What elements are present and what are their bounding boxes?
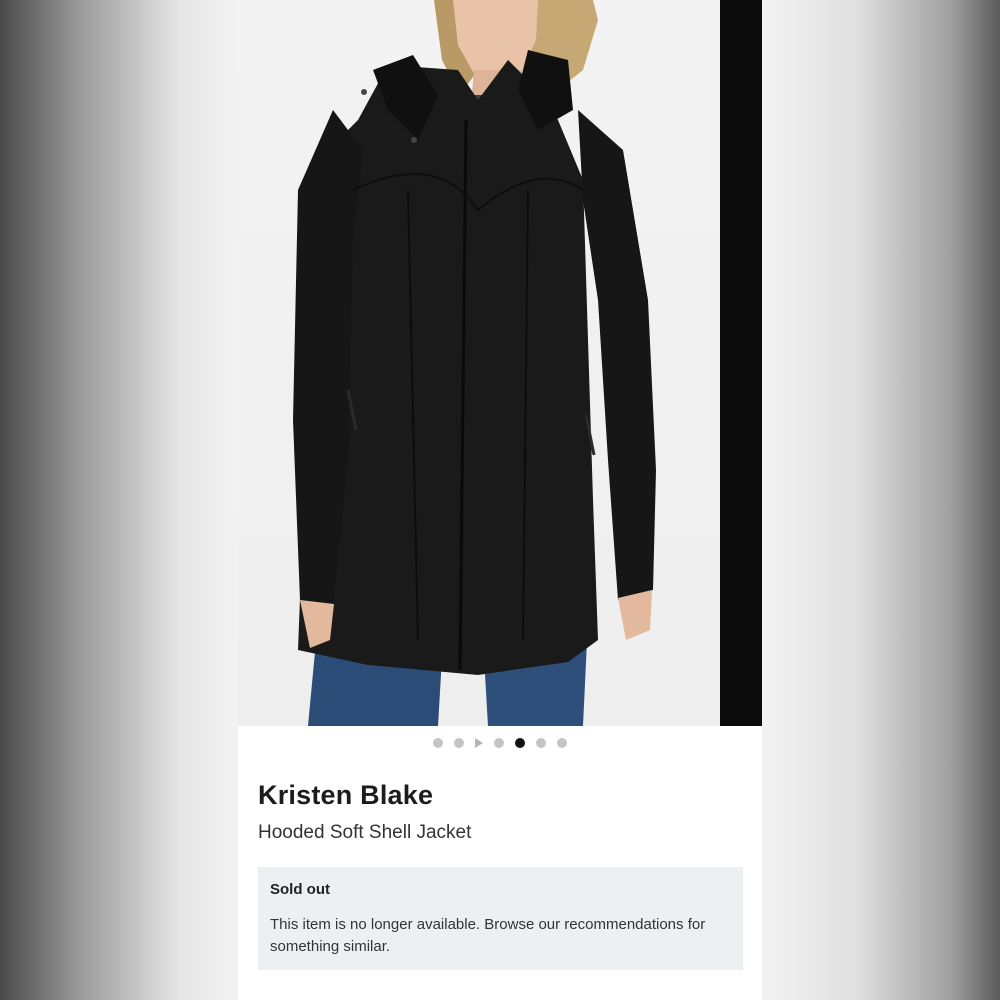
product-photo[interactable]	[238, 0, 720, 726]
carousel-dot-3[interactable]	[494, 738, 504, 748]
carousel-dot-1[interactable]	[433, 738, 443, 748]
sold-out-notice: Sold out This item is no longer availabl…	[258, 867, 743, 970]
carousel-dot-5[interactable]	[536, 738, 546, 748]
sold-out-message: This item is no longer available. Browse…	[270, 916, 706, 955]
carousel-dot-6[interactable]	[557, 738, 567, 748]
next-photo-preview[interactable]	[720, 0, 762, 726]
photo-model-black-jacket-icon	[293, 0, 656, 726]
carousel-dot-2[interactable]	[454, 738, 464, 748]
product-name: Hooded Soft Shell Jacket	[258, 822, 472, 843]
carousel-pagination	[238, 734, 762, 752]
sold-out-title: Sold out	[270, 881, 330, 898]
product-card: Kristen Blake Hooded Soft Shell Jacket S…	[238, 0, 762, 1000]
carousel-dot-4-active[interactable]	[515, 738, 525, 748]
product-brand[interactable]: Kristen Blake	[258, 780, 433, 811]
background-right	[762, 0, 1000, 1000]
video-play-icon[interactable]	[475, 738, 483, 748]
